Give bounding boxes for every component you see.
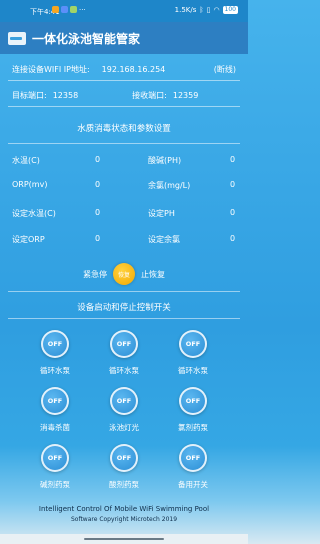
status-bar: 下午4:41 ··· 1.5K/s ᛒ ▯ ◠ 100 xyxy=(0,0,248,22)
divider xyxy=(8,143,240,144)
app-bar: 一体化泳池智能管家 xyxy=(0,22,248,54)
target-port-label: 目标端口: xyxy=(12,91,47,100)
control-item: OFF 氯剂药泵 xyxy=(163,387,223,433)
set-orp-label: 设定ORP xyxy=(12,235,45,244)
disinfection-toggle[interactable]: OFF xyxy=(41,387,69,415)
control-label: 消毒杀菌 xyxy=(40,423,70,432)
ph-value: 0 xyxy=(230,155,236,164)
emergency-stop-button[interactable]: 恢复 xyxy=(113,263,135,285)
wifi-ip-value: 192.168.16.254 xyxy=(101,65,166,74)
control-label: 碱剂药泵 xyxy=(40,480,70,489)
app-notification-icon xyxy=(61,6,68,13)
ph-label: 酸碱(PH) xyxy=(148,156,182,165)
control-item: OFF 酸剂药泵 xyxy=(94,444,154,490)
control-item: OFF 循环水泵 xyxy=(25,330,85,376)
app-title: 一体化泳池智能管家 xyxy=(32,31,141,46)
control-label: 氯剂药泵 xyxy=(178,423,208,432)
set-chlorine-value[interactable]: 0 xyxy=(230,234,235,243)
receive-port-value: 12359 xyxy=(172,91,199,100)
system-nav-bar xyxy=(0,534,248,544)
wifi-ip-label: 连接设备WIFI IP地址: xyxy=(12,65,90,74)
app-notification-icon xyxy=(70,6,77,13)
spare-switch-toggle[interactable]: OFF xyxy=(179,444,207,472)
control-item: OFF 循环水泵 xyxy=(163,330,223,376)
target-port-value: 12358 xyxy=(52,91,79,100)
circulation-pump-1-toggle[interactable]: OFF xyxy=(41,330,69,358)
emergency-stop-row: 紧急停 恢复 止恢复 xyxy=(0,263,248,285)
estop-right-label: 止恢复 xyxy=(141,269,165,279)
water-temp-label: 水温(C) xyxy=(12,156,40,165)
control-label: 循环水泵 xyxy=(178,366,208,375)
water-temp-value: 0 xyxy=(95,155,101,164)
footer-copyright: Software Copyright Microtech 2019 xyxy=(70,516,178,523)
control-item: OFF 循环水泵 xyxy=(94,330,154,376)
divider xyxy=(8,80,240,81)
control-item: OFF 碱剂药泵 xyxy=(25,444,85,490)
chlorine-value: 0 xyxy=(230,180,236,189)
bluetooth-icon: ᛒ xyxy=(199,6,204,14)
connection-row: 连接设备WIFI IP地址: 192.168.16.254 (断线) xyxy=(12,64,236,75)
orp-label: ORP(mv) xyxy=(12,180,48,189)
acid-pump-toggle[interactable]: OFF xyxy=(110,444,138,472)
control-label: 循环水泵 xyxy=(109,366,139,375)
network-speed: 1.5K/s xyxy=(174,6,197,14)
app-logo-icon xyxy=(8,31,26,45)
set-ph-label: 设定PH xyxy=(148,209,175,218)
control-label: 酸剂药泵 xyxy=(109,480,139,489)
chlorine-pump-toggle[interactable]: OFF xyxy=(179,387,207,415)
notification-icons: ··· xyxy=(52,6,86,14)
control-label: 备用开关 xyxy=(178,480,208,489)
connection-status: (断线) xyxy=(213,65,236,74)
control-item: OFF 消毒杀菌 xyxy=(25,387,85,433)
pool-light-toggle[interactable]: OFF xyxy=(110,387,138,415)
divider xyxy=(8,318,240,319)
status-right: 1.5K/s ᛒ ▯ ◠ 100 xyxy=(175,6,238,14)
battery-icon: 100 xyxy=(222,6,238,14)
vibrate-icon: ▯ xyxy=(206,6,211,14)
set-temp-label: 设定水温(C) xyxy=(12,209,56,218)
params-section-title: 水质消毒状态和参数设置 xyxy=(77,124,171,134)
home-indicator[interactable] xyxy=(84,538,164,540)
set-chlorine-label: 设定余氯 xyxy=(148,235,180,244)
receive-port-label: 接收端口: xyxy=(132,91,167,100)
wifi-icon: ◠ xyxy=(213,6,220,14)
divider xyxy=(8,106,240,107)
footer-title: Intelligent Control Of Mobile WiFi Swimm… xyxy=(38,505,210,513)
divider xyxy=(8,291,240,292)
estop-left-label: 紧急停 xyxy=(83,269,107,279)
control-label: 泳池灯光 xyxy=(109,423,139,432)
control-label: 循环水泵 xyxy=(40,366,70,375)
circulation-pump-3-toggle[interactable]: OFF xyxy=(179,330,207,358)
chlorine-label: 余氯(mg/L) xyxy=(148,181,191,190)
control-item: OFF 备用开关 xyxy=(163,444,223,490)
alkali-pump-toggle[interactable]: OFF xyxy=(41,444,69,472)
orp-value: 0 xyxy=(95,180,101,189)
app-notification-icon xyxy=(52,6,59,13)
more-icon: ··· xyxy=(79,6,86,14)
set-temp-value[interactable]: 0 xyxy=(95,208,100,217)
set-ph-value[interactable]: 0 xyxy=(230,208,235,217)
controls-section-title: 设备启动和停止控制开关 xyxy=(77,303,171,313)
ports-row: 目标端口: 12358 接收端口: 12359 xyxy=(12,90,236,101)
set-orp-value[interactable]: 0 xyxy=(95,234,100,243)
control-item: OFF 泳池灯光 xyxy=(94,387,154,433)
circulation-pump-2-toggle[interactable]: OFF xyxy=(110,330,138,358)
estop-button-label: 恢复 xyxy=(117,271,130,279)
